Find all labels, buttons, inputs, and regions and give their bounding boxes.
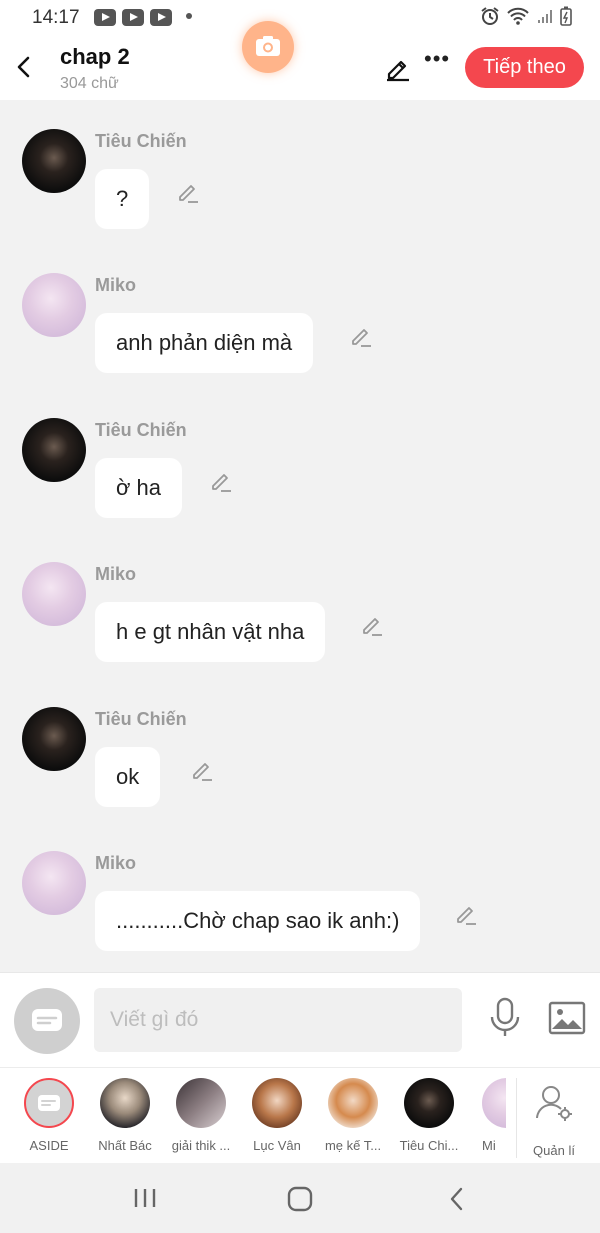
sender-name: Miko	[95, 564, 137, 584]
avatar[interactable]	[22, 273, 86, 337]
back-arrow-icon[interactable]	[10, 50, 38, 84]
character-item[interactable]: mẹ kế T...	[316, 1078, 390, 1153]
character-item[interactable]: Nhất Bác	[88, 1078, 162, 1153]
edit-message-icon[interactable]	[349, 324, 373, 348]
avatar[interactable]	[22, 562, 86, 626]
alarm-icon	[481, 7, 499, 25]
next-button[interactable]: Tiếp theo	[465, 47, 584, 88]
edit-message-icon[interactable]	[360, 613, 384, 637]
character-aside[interactable]: ASIDE	[12, 1078, 86, 1153]
message-item: Tiêu Chiến ok	[0, 678, 600, 808]
character-label: ASIDE	[29, 1138, 69, 1153]
more-options-icon[interactable]: •••	[424, 46, 450, 72]
back-icon[interactable]	[447, 1185, 467, 1213]
sender-name: Miko	[95, 853, 137, 873]
avatar[interactable]	[22, 418, 86, 482]
message-input[interactable]	[94, 988, 462, 1052]
youtube-icon	[122, 9, 144, 26]
battery-icon	[560, 6, 572, 26]
status-time: 14:17	[32, 7, 80, 28]
system-nav-bar	[0, 1163, 600, 1233]
character-item[interactable]: Tiêu Chi...	[392, 1078, 466, 1153]
camera-icon	[256, 36, 280, 56]
character-label: Nhất Bác	[98, 1138, 152, 1153]
message-bubble[interactable]: h e gt nhân vật nha	[95, 602, 326, 662]
composer-bar	[0, 972, 600, 1068]
edit-message-icon[interactable]	[190, 758, 214, 782]
message-item: Tiêu Chiến ?	[0, 100, 600, 230]
edit-message-icon[interactable]	[176, 180, 200, 204]
manage-characters-button[interactable]: Quản lí	[516, 1078, 591, 1158]
character-selector: ASIDE Nhất Bác giải thik ... Lục Vân mẹ …	[0, 1067, 600, 1164]
avatar	[482, 1078, 506, 1128]
avatar	[176, 1078, 226, 1128]
status-icons	[480, 6, 572, 26]
message-bubble[interactable]: ?	[95, 169, 150, 229]
recent-apps-icon[interactable]	[132, 1187, 158, 1209]
edit-pencil-icon[interactable]	[384, 54, 412, 82]
sender-name: Tiêu Chiến	[95, 420, 187, 440]
microphone-icon[interactable]	[488, 997, 522, 1039]
avatar	[252, 1078, 302, 1128]
avatar	[328, 1078, 378, 1128]
edit-message-icon[interactable]	[454, 902, 478, 926]
notification-dot-icon	[186, 13, 192, 19]
character-label: mẹ kế T...	[324, 1138, 382, 1153]
youtube-icon	[150, 9, 172, 26]
message-item: Tiêu Chiến ờ ha	[0, 389, 600, 519]
image-icon[interactable]	[548, 1001, 586, 1035]
word-count: 304 chữ	[60, 75, 119, 92]
avatar[interactable]	[22, 129, 86, 193]
character-label: Lục Vân	[253, 1138, 301, 1153]
avatar	[404, 1078, 454, 1128]
character-label: Mi	[482, 1138, 496, 1153]
youtube-icon	[94, 9, 116, 26]
edit-message-icon[interactable]	[209, 469, 233, 493]
chat-bubble-icon	[38, 1095, 60, 1111]
message-bubble[interactable]: ok	[95, 747, 161, 807]
status-bar: 14:17	[0, 0, 600, 36]
message-item: Miko h e gt nhân vật nha	[0, 533, 600, 663]
character-label: Tiêu Chi...	[399, 1138, 459, 1153]
editor-header: chap 2 304 chữ ••• Tiếp theo	[0, 21, 600, 100]
sender-name: Tiêu Chiến	[95, 709, 187, 729]
message-item: Miko anh phản diện mà	[0, 244, 600, 374]
sender-name: Miko	[95, 275, 137, 295]
character-label: giải thik ...	[171, 1138, 231, 1153]
aside-avatar	[24, 1078, 74, 1128]
character-label: Quản lí	[533, 1143, 575, 1158]
signal-icon	[538, 10, 552, 23]
aside-toggle-button[interactable]	[14, 988, 80, 1054]
chat-area: Tiêu Chiến ? Miko anh phản diện mà Tiêu …	[0, 100, 600, 972]
user-settings-icon	[536, 1086, 572, 1121]
wifi-icon	[507, 7, 529, 25]
home-icon[interactable]	[287, 1186, 313, 1212]
avatar[interactable]	[22, 851, 86, 915]
sender-name: Tiêu Chiến	[95, 131, 187, 151]
character-item[interactable]: Lục Vân	[240, 1078, 314, 1153]
message-bubble[interactable]: anh phản diện mà	[95, 313, 314, 373]
message-item: Miko ...........Chờ chap sao ik anh:)	[0, 822, 600, 952]
character-item[interactable]: giải thik ...	[164, 1078, 238, 1153]
camera-button[interactable]	[242, 21, 294, 73]
avatar	[100, 1078, 150, 1128]
message-bubble[interactable]: ...........Chờ chap sao ik anh:)	[95, 891, 421, 951]
character-item[interactable]: Mi	[468, 1078, 506, 1153]
chat-bubble-icon	[32, 1009, 62, 1031]
message-bubble[interactable]: ờ ha	[95, 458, 183, 518]
avatar[interactable]	[22, 707, 86, 771]
chapter-title: chap 2	[60, 44, 130, 69]
